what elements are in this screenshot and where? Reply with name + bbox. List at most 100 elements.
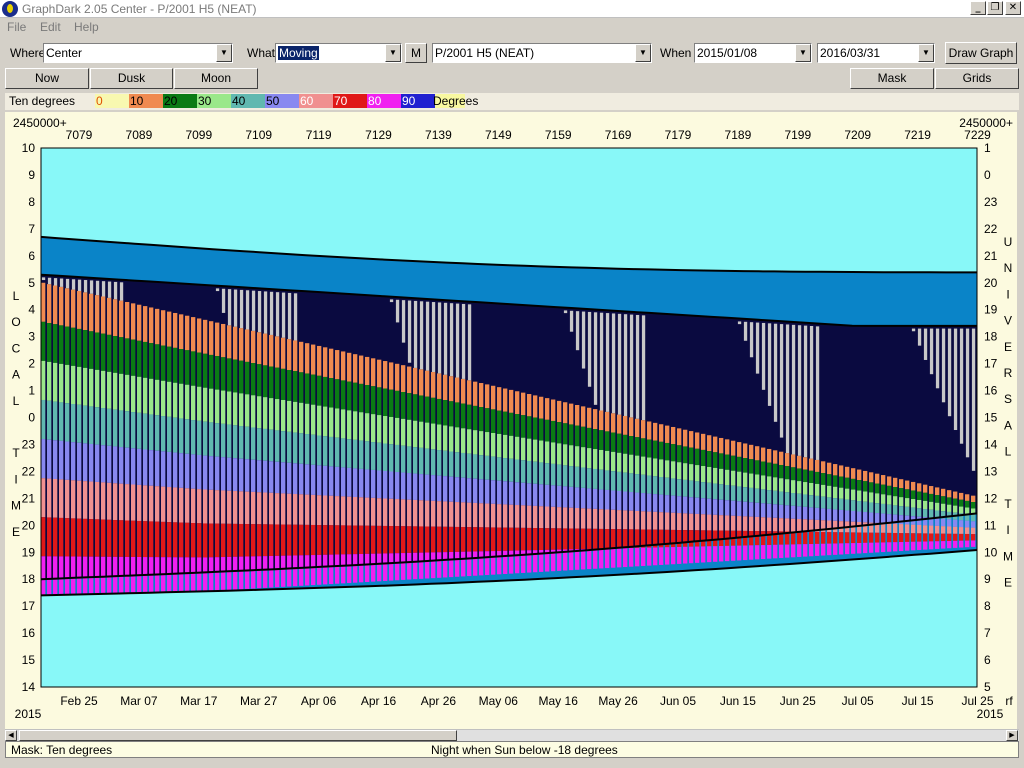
minimize-button[interactable]: _ <box>970 1 986 15</box>
restore-button[interactable]: ❐ <box>987 1 1003 15</box>
now-button[interactable]: Now <box>5 68 89 89</box>
altitude-band <box>311 344 316 375</box>
m-button[interactable]: M <box>405 43 427 63</box>
altitude-band <box>653 476 658 495</box>
altitude-band <box>869 472 874 483</box>
altitude-band <box>209 388 214 423</box>
altitude-band <box>353 439 358 469</box>
altitude-band <box>605 470 610 490</box>
altitude-band <box>821 543 826 556</box>
grids-button[interactable]: Grids <box>935 68 1019 89</box>
twilight-band <box>941 272 948 326</box>
chevron-down-icon[interactable]: ▼ <box>795 44 811 62</box>
what-value[interactable]: Moving <box>278 46 319 60</box>
altitude-band <box>803 494 808 507</box>
altitude-band <box>941 496 946 504</box>
altitude-band <box>317 375 322 406</box>
menu-edit[interactable]: Edit <box>40 20 61 34</box>
altitude-band <box>191 454 196 489</box>
altitude-band <box>923 509 928 518</box>
altitude-band <box>125 301 130 339</box>
twilight-band <box>143 244 150 282</box>
altitude-band <box>815 483 820 496</box>
altitude-band <box>917 491 922 500</box>
scroll-right-icon[interactable]: ▶ <box>1006 730 1018 741</box>
moon-stripe <box>941 328 946 403</box>
altitude-band <box>899 524 904 534</box>
jd-tick: 7189 <box>725 128 752 142</box>
altitude-band <box>245 426 250 460</box>
altitude-band <box>65 518 70 557</box>
dusk-button[interactable]: Dusk <box>90 68 173 89</box>
moon-button[interactable]: Moon <box>174 68 258 89</box>
altitude-band <box>269 492 274 525</box>
mask-button[interactable]: Mask <box>850 68 934 89</box>
altitude-band <box>569 445 574 467</box>
date-tick: Jun 05 <box>660 694 696 708</box>
altitude-band <box>515 482 520 506</box>
altitude-band <box>311 434 316 465</box>
draw-graph-button[interactable]: Draw Graph <box>945 42 1017 64</box>
altitude-band <box>347 554 352 584</box>
altitude-band <box>635 437 640 456</box>
altitude-band <box>971 527 976 535</box>
menu-help[interactable]: Help <box>74 20 99 34</box>
altitude-band <box>743 443 748 459</box>
start-date-value: 2015/01/08 <box>697 46 758 60</box>
chevron-down-icon[interactable]: ▼ <box>216 44 232 62</box>
altitude-band <box>347 381 352 411</box>
twilight-band <box>671 269 678 315</box>
altitude-band <box>83 556 88 595</box>
altitude-band <box>701 530 706 547</box>
end-date-combo[interactable]: 2016/03/31 ▼ <box>817 43 935 63</box>
altitude-band <box>83 292 88 331</box>
start-date-combo[interactable]: 2015/01/08 ▼ <box>694 43 812 63</box>
altitude-band <box>101 519 106 557</box>
close-button[interactable]: ✕ <box>1005 1 1021 15</box>
chevron-down-icon[interactable]: ▼ <box>635 44 651 62</box>
universal-time-letter: E <box>1004 576 1012 590</box>
altitude-band <box>713 436 718 453</box>
altitude-band <box>41 478 46 518</box>
chevron-down-icon[interactable]: ▼ <box>918 44 934 62</box>
twilight-band <box>461 263 468 302</box>
altitude-band <box>299 372 304 403</box>
altitude-band <box>959 540 964 548</box>
scroll-thumb[interactable] <box>19 730 457 741</box>
altitude-band <box>731 455 736 471</box>
altitude-band <box>959 533 964 541</box>
what-combo[interactable]: Moving ▼ <box>275 43 402 63</box>
menu-file[interactable]: File <box>7 20 26 34</box>
scroll-left-icon[interactable]: ◀ <box>5 730 17 741</box>
altitude-band <box>941 526 946 534</box>
moon-stripe <box>767 323 772 406</box>
app-icon[interactable] <box>2 1 18 17</box>
altitude-band <box>491 409 496 433</box>
altitude-band <box>479 455 484 480</box>
altitude-band <box>593 488 598 509</box>
altitude-band <box>659 494 664 513</box>
horizontal-scrollbar[interactable]: ◀ ▶ <box>5 729 1019 741</box>
altitude-band <box>383 388 388 417</box>
local-time-tick: 19 <box>22 545 36 559</box>
altitude-band <box>881 484 886 495</box>
altitude-band <box>857 532 862 543</box>
object-combo[interactable]: P/2001 H5 (NEAT) ▼ <box>432 43 652 63</box>
altitude-band <box>305 343 310 374</box>
twilight-band <box>971 272 978 326</box>
visibility-chart: 1098765432102322212019181716151410232221… <box>11 116 1013 721</box>
altitude-band <box>893 496 898 506</box>
altitude-band <box>107 445 112 483</box>
altitude-band <box>497 457 502 481</box>
altitude-band <box>359 553 364 583</box>
altitude-band <box>395 526 400 554</box>
altitude-band <box>227 523 232 557</box>
altitude-band <box>851 478 856 490</box>
chevron-down-icon[interactable]: ▼ <box>385 44 401 62</box>
moon-stripe <box>749 322 754 358</box>
altitude-band <box>173 417 178 453</box>
universal-time-tick: 8 <box>984 599 991 613</box>
moon-stripe <box>263 291 268 334</box>
altitude-band <box>737 486 742 502</box>
where-combo[interactable]: Center ▼ <box>43 43 233 63</box>
